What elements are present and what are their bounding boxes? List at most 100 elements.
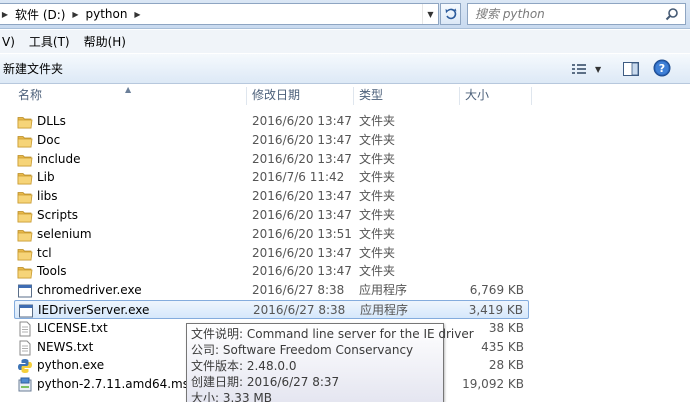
file-type: 应用程序 xyxy=(359,283,408,298)
file-size: 28 KB xyxy=(488,358,524,373)
file-name: python.exe xyxy=(37,358,105,373)
file-name: Doc xyxy=(37,132,61,147)
folder-icon xyxy=(17,264,33,280)
file-name: selenium xyxy=(37,226,92,241)
file-row[interactable]: tcl 2016/6/20 13:47 文件夹 xyxy=(14,244,529,263)
file-type: 文件夹 xyxy=(359,245,396,260)
file-name: Tools xyxy=(37,264,67,279)
address-bar-row: ▶ 软件 (D:) ▶ python ▶ ▼ xyxy=(0,0,690,29)
menu-help[interactable]: 帮助(H) xyxy=(77,33,133,50)
help-button[interactable]: ? xyxy=(653,59,673,79)
folder-icon xyxy=(17,114,33,130)
new-folder-button[interactable]: 新建文件夹 xyxy=(0,60,66,77)
preview-pane-button[interactable] xyxy=(621,60,641,78)
file-row[interactable]: Scripts 2016/6/20 13:47 文件夹 xyxy=(14,206,529,225)
folder-icon xyxy=(17,246,33,262)
file-name: tcl xyxy=(37,245,52,260)
column-divider[interactable] xyxy=(531,87,532,105)
file-type: 文件夹 xyxy=(359,264,396,279)
folder-icon xyxy=(17,227,33,243)
file-name: Lib xyxy=(37,170,55,185)
search-icon[interactable] xyxy=(665,7,679,21)
file-modified-date: 2016/6/27 8:38 xyxy=(252,283,345,298)
address-history-dropdown-icon[interactable]: ▼ xyxy=(422,4,438,24)
file-modified-date: 2016/6/20 13:47 xyxy=(252,208,352,222)
installer-icon xyxy=(17,377,33,393)
folder-icon xyxy=(17,170,33,186)
file-size: 6,769 KB xyxy=(469,283,524,298)
view-details-icon xyxy=(572,64,586,74)
tooltip-created: 创建日期: 2016/6/27 8:37 xyxy=(191,375,340,389)
file-row[interactable]: DLLs 2016/6/20 13:47 文件夹 xyxy=(14,112,529,131)
file-row[interactable]: Lib 2016/7/6 11:42 文件夹 xyxy=(14,168,529,187)
breadcrumb-chevron-icon[interactable]: ▶ xyxy=(69,10,81,19)
refresh-icon xyxy=(445,8,456,20)
breadcrumb-drive-d[interactable]: 软件 (D:) xyxy=(11,6,69,23)
file-modified-date: 2016/6/20 13:51 xyxy=(252,226,352,241)
menu-tools[interactable]: 工具(T) xyxy=(22,33,77,50)
svg-text:?: ? xyxy=(659,62,665,75)
command-toolbar: 新建文件夹 ▼ ? xyxy=(0,54,690,84)
exe-icon xyxy=(17,283,33,299)
file-modified-date: 2016/6/20 13:47 xyxy=(252,189,352,204)
column-header-row: ▲ 名称 修改日期 类型 大小 xyxy=(0,85,690,107)
file-type: 文件夹 xyxy=(359,151,396,166)
file-row[interactable]: chromedriver.exe 2016/6/27 8:38 应用程序 6,769 … xyxy=(14,281,529,300)
file-modified-date: 2016/6/20 13:47 xyxy=(252,132,352,147)
file-row[interactable]: Doc 2016/6/20 13:47 文件夹 xyxy=(14,131,529,150)
folder-icon xyxy=(17,189,33,205)
breadcrumb-python[interactable]: python xyxy=(81,7,131,21)
folder-icon xyxy=(17,208,33,224)
file-modified-date: 2016/7/6 11:42 xyxy=(252,170,345,185)
file-name: LICENSE.txt xyxy=(37,320,108,335)
text-file-icon xyxy=(17,340,33,356)
tooltip-size: 大小: 3.33 MB xyxy=(191,391,272,402)
tooltip-description: 文件说明: Command line server for the IE dri… xyxy=(191,327,474,341)
file-type: 文件夹 xyxy=(359,226,396,241)
file-name: NEWS.txt xyxy=(37,339,94,354)
file-row[interactable]: Tools 2016/6/20 13:47 文件夹 xyxy=(14,262,529,281)
file-size: 38 KB xyxy=(488,320,524,335)
file-row[interactable]: libs 2016/6/20 13:47 文件夹 xyxy=(14,187,529,206)
file-row[interactable]: include 2016/6/20 13:47 文件夹 xyxy=(14,150,529,169)
breadcrumb-chevron-icon[interactable]: ▶ xyxy=(131,10,143,19)
menu-view[interactable]: V) xyxy=(0,35,22,49)
tooltip-version: 文件版本: 2.48.0.0 xyxy=(191,359,297,373)
file-row[interactable]: IEDriverServer.exe 2016/6/27 8:38 应用程序 3,41… xyxy=(14,300,529,319)
search-input[interactable] xyxy=(468,5,658,23)
chevron-down-icon[interactable]: ▼ xyxy=(595,65,601,74)
column-header-type[interactable]: 类型 xyxy=(353,85,459,107)
file-type: 文件夹 xyxy=(359,189,396,204)
folder-icon xyxy=(17,133,33,149)
help-icon: ? xyxy=(653,59,671,77)
file-modified-date: 2016/6/20 13:47 xyxy=(252,245,352,260)
python-icon xyxy=(17,358,33,374)
file-modified-date: 2016/6/20 13:47 xyxy=(252,114,352,128)
column-header-date[interactable]: 修改日期 xyxy=(246,85,352,107)
search-box[interactable] xyxy=(467,3,686,25)
exe-icon xyxy=(18,303,34,319)
breadcrumb-chevron-icon[interactable]: ▶ xyxy=(0,10,11,19)
tooltip-company: 公司: Software Freedom Conservancy xyxy=(191,343,414,357)
column-header-size[interactable]: 大小 xyxy=(459,85,531,107)
refresh-button[interactable] xyxy=(440,3,461,25)
file-name: include xyxy=(37,151,81,166)
file-name: libs xyxy=(37,189,58,204)
file-name: IEDriverServer.exe xyxy=(38,303,150,317)
column-header-name[interactable]: 名称 xyxy=(12,85,246,107)
preview-pane-icon xyxy=(623,62,639,76)
file-type: 文件夹 xyxy=(359,114,396,128)
file-size: 435 KB xyxy=(481,339,524,354)
file-name: Scripts xyxy=(37,208,79,222)
file-modified-date: 2016/6/27 8:38 xyxy=(253,303,346,317)
file-name: python-2.7.11.amd64.msi xyxy=(37,377,193,392)
file-type: 应用程序 xyxy=(360,303,409,317)
file-row[interactable]: selenium 2016/6/20 13:51 文件夹 xyxy=(14,225,529,244)
file-modified-date: 2016/6/20 13:47 xyxy=(252,264,352,279)
file-info-tooltip: 文件说明: Command line server for the IE dri… xyxy=(186,323,474,402)
change-view-button[interactable]: ▼ xyxy=(571,60,609,78)
folder-icon xyxy=(17,152,33,168)
address-bar[interactable]: ▶ 软件 (D:) ▶ python ▶ ▼ xyxy=(0,3,439,25)
file-name: DLLs xyxy=(37,114,66,128)
file-modified-date: 2016/6/20 13:47 xyxy=(252,151,352,166)
